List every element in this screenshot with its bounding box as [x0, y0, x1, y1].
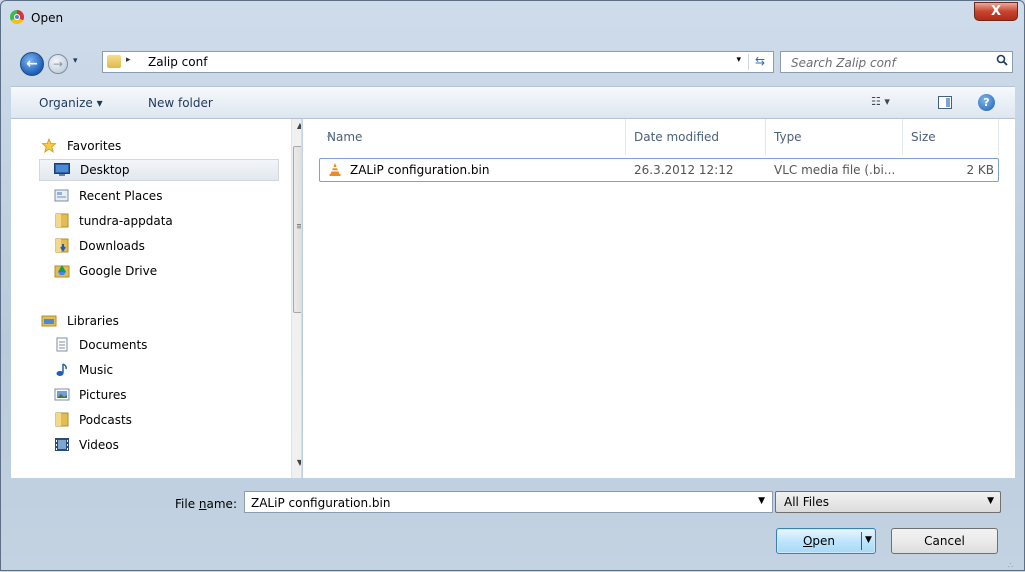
command-bar: Organize ▾ New folder ☷ ▾ ?: [11, 86, 1015, 119]
title-bar: Open X: [1, 1, 1024, 37]
file-name: ZALiP configuration.bin: [350, 163, 490, 177]
search-box: [780, 51, 1013, 74]
documents-icon: [56, 337, 68, 352]
sidebar-item-label: Pictures: [79, 388, 127, 402]
music-icon: [56, 363, 67, 376]
sidebar-item-label: Google Drive: [79, 264, 158, 278]
column-header-name[interactable]: Name ▴: [319, 119, 626, 155]
file-name-dropdown-icon[interactable]: ▼: [758, 496, 765, 506]
file-type: VLC media file (.bi...: [774, 163, 896, 177]
sidebar-item-pictures[interactable]: Pictures: [11, 384, 281, 406]
sidebar-item-tundra-appdata[interactable]: tundra-appdata: [11, 210, 281, 232]
cancel-button[interactable]: Cancel: [891, 528, 998, 554]
sidebar-group-libraries[interactable]: Libraries: [11, 310, 281, 332]
sidebar-group-label: Libraries: [67, 314, 119, 328]
scrollbar-thumb[interactable]: ≡: [293, 146, 301, 313]
file-name-input[interactable]: [249, 492, 743, 514]
back-button[interactable]: ←: [20, 52, 44, 76]
column-header-label: Type: [774, 130, 802, 144]
sidebar-group-label: Favorites: [67, 139, 122, 153]
vlc-file-icon: [329, 163, 341, 176]
file-row[interactable]: ZALiP configuration.bin 26.3.2012 12:12 …: [319, 158, 999, 182]
sort-ascending-icon: ▴: [327, 130, 332, 140]
sidebar-item-label: Music: [79, 363, 114, 377]
breadcrumb-separator-icon[interactable]: ▸: [126, 55, 131, 65]
change-view-icon[interactable]: ☷ ▾: [871, 95, 903, 111]
navigation-bar: ← → ▾ ▸ Zalip conf ▾ ⇆: [1, 44, 1024, 80]
file-name-combobox: ▼: [244, 491, 773, 514]
open-options-dropdown-icon[interactable]: ▼: [865, 535, 872, 545]
search-input[interactable]: [789, 52, 983, 74]
recent-locations-dropdown-icon[interactable]: ▾: [73, 56, 78, 66]
organize-button[interactable]: Organize ▾: [39, 96, 103, 110]
folder-icon: [55, 213, 69, 228]
sidebar-item-recent-places[interactable]: Recent Places: [11, 185, 281, 207]
scroll-up-icon[interactable]: ▲: [292, 121, 301, 135]
column-header-date-modified[interactable]: Date modified: [626, 119, 766, 155]
sidebar-item-label: Recent Places: [79, 189, 163, 203]
folder-icon: [107, 55, 121, 68]
column-header-size[interactable]: Size: [903, 119, 999, 155]
sidebar-item-label: tundra-appdata: [79, 214, 173, 228]
desktop-icon: [54, 163, 70, 176]
libraries-icon: [41, 315, 57, 327]
sidebar-item-music[interactable]: Music: [11, 359, 281, 381]
close-button[interactable]: X: [974, 2, 1018, 21]
sidebar-group-favorites[interactable]: Favorites: [11, 135, 281, 157]
chrome-app-icon: [10, 10, 24, 24]
open-button[interactable]: Open ▼: [776, 528, 876, 554]
sidebar-item-desktop[interactable]: Desktop: [39, 159, 279, 181]
navigation-pane: Favorites Desktop Recent Places tundra-a…: [11, 119, 302, 478]
breadcrumb-current-folder[interactable]: Zalip conf: [148, 55, 207, 69]
column-header-type[interactable]: Type: [766, 119, 903, 155]
search-icon[interactable]: [996, 54, 1008, 66]
new-folder-button[interactable]: New folder: [148, 96, 213, 110]
open-dialog: Open X ← → ▾ ▸ Zalip conf ▾ ⇆ Organize ▾…: [0, 0, 1025, 571]
preview-pane-icon[interactable]: [938, 96, 952, 109]
sidebar-item-videos[interactable]: Videos: [11, 434, 281, 456]
sidebar-item-downloads[interactable]: Downloads: [11, 235, 281, 257]
file-size: 2 KB: [966, 163, 994, 177]
videos-icon: [55, 438, 69, 451]
column-header-label: Date modified: [634, 130, 720, 144]
sidebar-item-documents[interactable]: Documents: [11, 334, 281, 356]
sidebar-item-label: Videos: [79, 438, 119, 452]
file-name-label: File name:: [175, 497, 237, 511]
podcasts-folder-icon: [55, 412, 69, 427]
split-divider: [861, 532, 862, 550]
file-list: Name ▴ Date modified Type Size ZALiP con…: [303, 119, 1015, 478]
column-header-label: Size: [911, 130, 936, 144]
pictures-icon: [54, 388, 70, 401]
chevron-down-icon: ▼: [987, 496, 994, 506]
sidebar-item-google-drive[interactable]: Google Drive: [11, 260, 281, 282]
file-type-filter-select[interactable]: All Files ▼: [775, 491, 1001, 513]
scrollbar-grip-icon: ≡: [296, 222, 301, 232]
address-bar[interactable]: ▸ Zalip conf ▾ ⇆: [102, 51, 774, 73]
open-button-label: Open: [802, 534, 836, 548]
resize-grip-icon[interactable]: ∴: [1008, 561, 1013, 570]
file-date-modified: 26.3.2012 12:12: [634, 163, 734, 177]
star-icon: [41, 138, 57, 153]
sidebar-item-podcasts[interactable]: Podcasts: [11, 409, 281, 431]
address-dropdown-icon[interactable]: ▾: [736, 55, 741, 65]
dialog-footer: File name: ▼ All Files ▼ Open ▼ Cancel ∴: [11, 478, 1015, 572]
forward-button[interactable]: →: [48, 54, 68, 74]
refresh-button[interactable]: ⇆: [748, 54, 771, 70]
downloads-folder-icon: [55, 238, 69, 253]
scroll-down-icon[interactable]: ▼: [292, 458, 301, 472]
recent-places-icon: [54, 189, 69, 202]
help-icon[interactable]: ?: [978, 94, 995, 111]
sidebar-item-label: Desktop: [80, 163, 130, 177]
navigation-pane-scrollbar[interactable]: ▲ ≡ ▼: [291, 119, 301, 478]
sidebar-item-label: Podcasts: [79, 413, 132, 427]
file-type-filter-value: All Files: [784, 495, 830, 509]
sidebar-item-label: Documents: [79, 338, 148, 352]
sidebar-item-label: Downloads: [79, 239, 145, 253]
google-drive-icon: [54, 265, 70, 278]
window-title: Open: [31, 11, 64, 25]
column-header-label: Name: [327, 130, 363, 144]
